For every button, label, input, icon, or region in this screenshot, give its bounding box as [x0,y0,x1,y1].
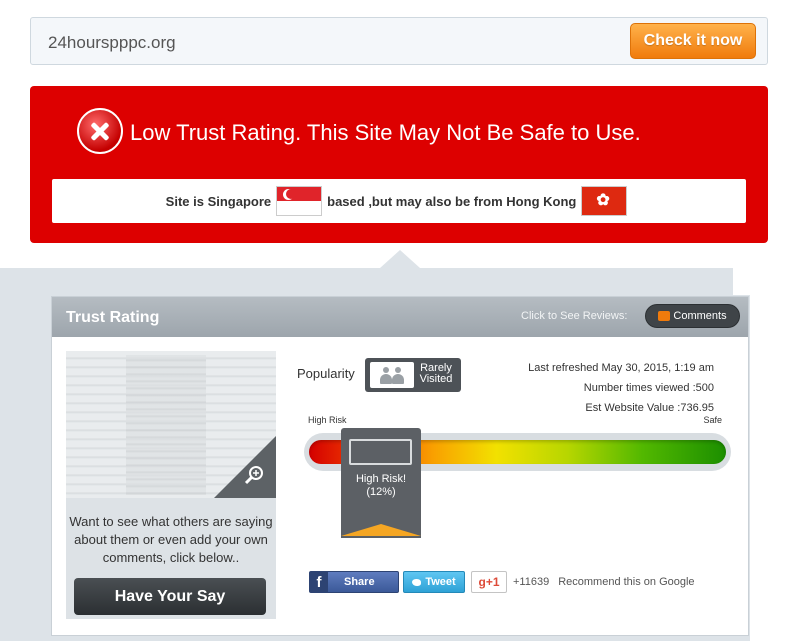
comments-prompt: Want to see what others are saying about… [69,514,273,565]
singapore-flag-icon [276,186,323,216]
trust-rating-card: Trust Rating Click to See Reviews: Comme… [51,296,749,636]
popularity-label: Popularity [297,366,355,381]
twitter-tweet-label: Tweet [425,576,456,588]
url-search-bar[interactable]: 24hourspppc.org Check it now [30,17,768,65]
callout-pointer [380,250,420,268]
last-refreshed: Last refreshed May 30, 2015, 1:19 am [528,362,714,374]
high-risk-label: High Risk [308,415,347,425]
card-header: Trust Rating Click to See Reviews: Comme… [52,297,748,337]
location-prefix: Site is Singapore [165,193,272,209]
safe-label: Safe [703,415,722,425]
comment-bubble-icon [658,311,671,321]
zoom-in-icon[interactable] [244,465,264,485]
location-box: Site is Singapore based ,but may also be… [52,179,746,223]
facebook-share-button[interactable]: f Share [309,571,399,593]
marker-value: (12%) [366,486,396,498]
have-your-say-button[interactable]: Have Your Say [74,578,266,615]
comments-button[interactable]: Comments [645,304,740,328]
social-share-bar: f Share Tweet g+1 +11639 Recommend this … [309,569,695,595]
trust-score-marker: High Risk! (12%) [341,428,421,538]
check-it-now-button[interactable]: Check it now [630,23,756,59]
close-x-icon [77,108,123,154]
popularity-badge-line2: Visited [419,373,453,385]
site-screenshot-thumbnail[interactable] [66,351,276,498]
marker-window [349,439,412,465]
trust-alert-banner: Low Trust Rating. This Site May Not Be S… [30,86,768,243]
marker-ribbon-tail [341,524,421,536]
hong-kong-flag-icon: ✿ [581,186,628,216]
times-viewed: Number times viewed :500 [583,382,714,394]
url-input-value[interactable]: 24hourspppc.org [48,33,176,53]
google-plus-count: +11639 [513,576,550,588]
google-plus-one-button[interactable]: g+1 [471,571,507,593]
location-middle: based ,but may also be from Hong Kong [327,193,577,209]
google-recommend-text: Recommend this on Google [558,576,695,588]
facebook-share-label: Share [344,576,375,588]
marker-label: High Risk! [355,473,407,485]
people-icon [370,362,414,388]
click-to-see-reviews-label: Click to See Reviews: [521,310,628,322]
twitter-bird-icon [412,578,422,586]
site-stats: Last refreshed May 30, 2015, 1:19 am Num… [528,358,714,418]
card-title: Trust Rating [66,309,160,326]
comments-label: Comments [673,310,727,322]
alert-message: Low Trust Rating. This Site May Not Be S… [130,120,641,145]
risk-scale-labels: High Risk Safe [308,415,722,425]
twitter-tweet-button[interactable]: Tweet [403,571,465,593]
facebook-icon: f [310,572,328,592]
page: 24hourspppc.org Check it now Low Trust R… [0,0,797,641]
site-thumbnail-column: Want to see what others are saying about… [66,351,276,619]
popularity-badge: Rarely Visited [365,358,461,392]
